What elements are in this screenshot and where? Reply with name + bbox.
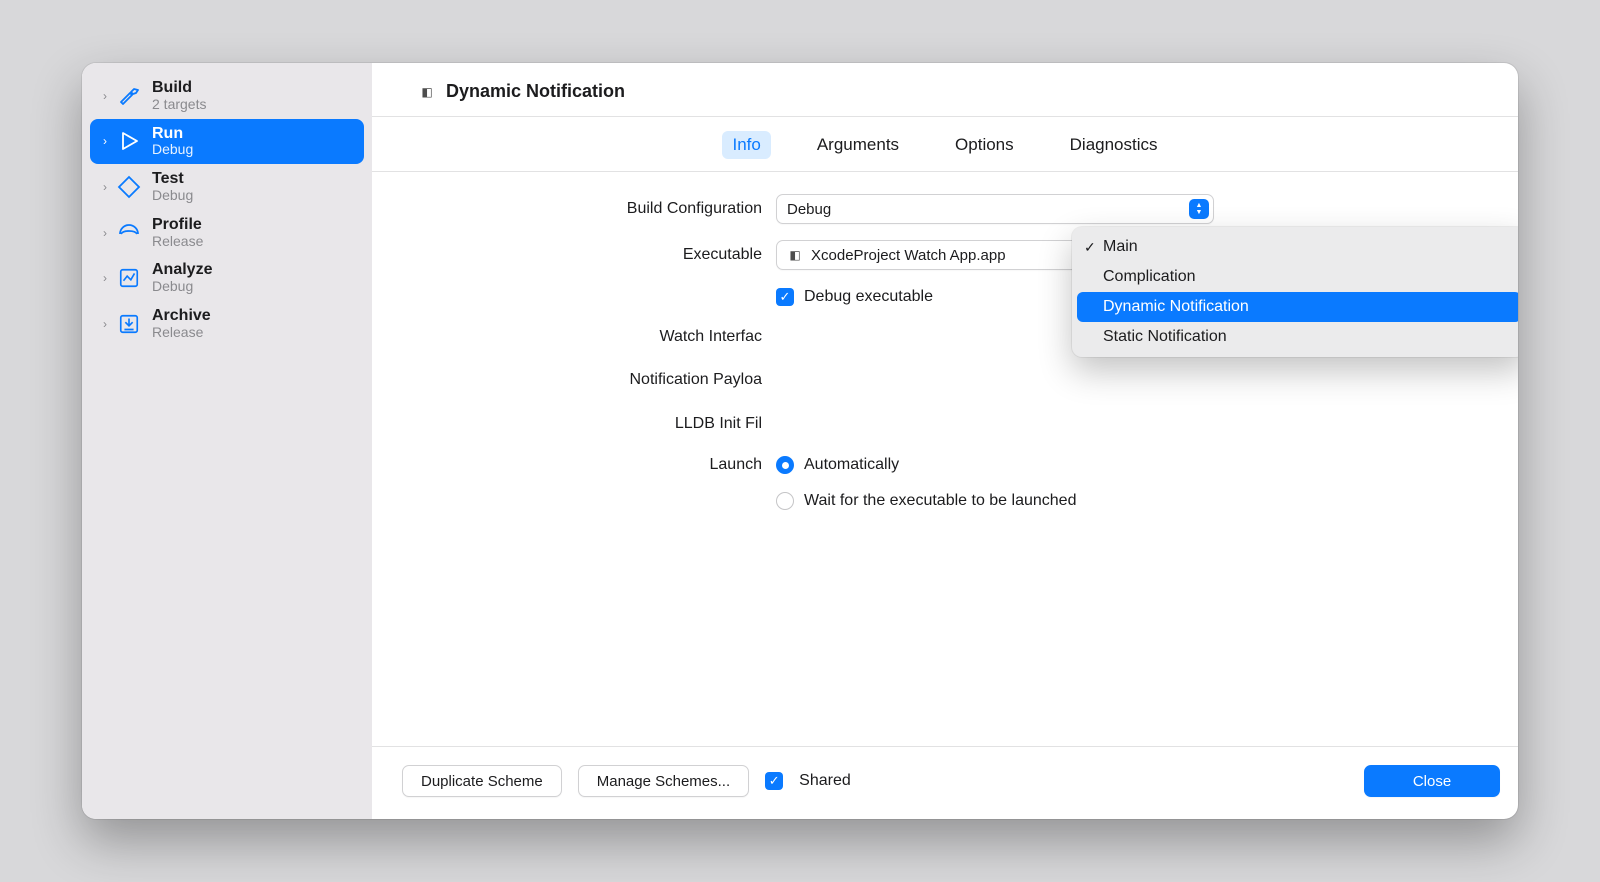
label-executable: Executable xyxy=(418,246,776,264)
popup-build-configuration[interactable]: Debug ▲▼ xyxy=(776,194,1214,224)
label-launch: Launch xyxy=(418,456,776,474)
main-panel: ◧ Dynamic Notification Info Arguments Op… xyxy=(372,63,1518,819)
label-shared: Shared xyxy=(799,772,851,790)
tab-info[interactable]: Info xyxy=(722,131,770,159)
app-icon: ◧ xyxy=(418,83,436,101)
sidebar-item-title: Run xyxy=(152,125,193,143)
tab-arguments[interactable]: Arguments xyxy=(807,131,909,159)
close-button[interactable]: Close xyxy=(1364,765,1500,797)
sidebar-item-subtitle: Debug xyxy=(152,188,193,204)
sidebar-item-subtitle: Release xyxy=(152,234,203,250)
menu-item-label: Complication xyxy=(1103,268,1195,286)
wrench-icon xyxy=(116,174,142,200)
chevron-right-icon: › xyxy=(98,134,112,148)
tab-diagnostics[interactable]: Diagnostics xyxy=(1060,131,1168,159)
sidebar-item-title: Analyze xyxy=(152,261,212,279)
label-lldb-init-file: LLDB Init Fil xyxy=(418,415,776,433)
sidebar-item-analyze[interactable]: › Analyze Debug xyxy=(90,255,364,301)
label-launch-wait: Wait for the executable to be launched xyxy=(804,492,1076,510)
menu-item-label: Static Notification xyxy=(1103,328,1227,346)
checkbox-debug-executable[interactable]: ✓ xyxy=(776,288,794,306)
play-icon xyxy=(116,128,142,154)
titlebar: ◧ Dynamic Notification xyxy=(372,63,1518,117)
checkmark-icon: ✓ xyxy=(1084,239,1096,256)
tab-bar: Info Arguments Options Diagnostics xyxy=(372,117,1518,172)
sidebar-item-subtitle: Release xyxy=(152,325,211,341)
speedometer-icon xyxy=(116,220,142,246)
app-icon: ◧ xyxy=(787,247,803,263)
chevron-right-icon: › xyxy=(98,89,112,103)
analyze-icon xyxy=(116,265,142,291)
chevron-right-icon: › xyxy=(98,180,112,194)
manage-schemes-button[interactable]: Manage Schemes... xyxy=(578,765,749,797)
label-notification-payload: Notification Payloa xyxy=(418,371,776,389)
chevron-right-icon: › xyxy=(98,271,112,285)
menu-item-label: Main xyxy=(1103,238,1138,256)
radio-launch-automatically[interactable] xyxy=(776,456,794,474)
sidebar-item-subtitle: Debug xyxy=(152,142,193,158)
chevron-right-icon: › xyxy=(98,226,112,240)
sidebar-item-title: Profile xyxy=(152,216,203,234)
watch-interface-menu: ✓ Main Complication Dynamic Notification… xyxy=(1072,227,1518,357)
label-debug-executable: Debug executable xyxy=(804,288,933,306)
sidebar-item-run[interactable]: › Run Debug xyxy=(90,119,364,165)
scheme-editor-window: › Build 2 targets › Run Debug › xyxy=(82,63,1518,819)
radio-launch-wait[interactable] xyxy=(776,492,794,510)
duplicate-scheme-button[interactable]: Duplicate Scheme xyxy=(402,765,562,797)
menu-item-dynamic-notification[interactable]: Dynamic Notification xyxy=(1077,292,1518,322)
menu-item-complication[interactable]: Complication xyxy=(1077,262,1518,292)
popup-value: XcodeProject Watch App.app xyxy=(811,247,1006,264)
chevron-right-icon: › xyxy=(98,317,112,331)
page-title: Dynamic Notification xyxy=(446,81,625,102)
footer: Duplicate Scheme Manage Schemes... ✓ Sha… xyxy=(372,746,1518,819)
label-build-configuration: Build Configuration xyxy=(418,200,776,218)
tab-options[interactable]: Options xyxy=(945,131,1024,159)
sidebar-item-title: Archive xyxy=(152,307,211,325)
popup-value: Debug xyxy=(787,201,831,218)
sidebar: › Build 2 targets › Run Debug › xyxy=(82,63,372,819)
label-launch-automatically: Automatically xyxy=(804,456,899,474)
sidebar-item-profile[interactable]: › Profile Release xyxy=(90,210,364,256)
menu-item-main[interactable]: ✓ Main xyxy=(1077,232,1518,262)
archive-icon xyxy=(116,311,142,337)
label-watch-interface: Watch Interfac xyxy=(418,328,776,346)
checkbox-shared[interactable]: ✓ xyxy=(765,772,783,790)
sidebar-item-subtitle: Debug xyxy=(152,279,212,295)
sidebar-item-archive[interactable]: › Archive Release xyxy=(90,301,364,347)
sidebar-item-title: Test xyxy=(152,170,193,188)
updown-caret-icon: ▲▼ xyxy=(1189,199,1209,219)
sidebar-item-test[interactable]: › Test Debug xyxy=(90,164,364,210)
hammer-icon xyxy=(116,83,142,109)
menu-item-static-notification[interactable]: Static Notification xyxy=(1077,322,1518,352)
sidebar-item-subtitle: 2 targets xyxy=(152,97,206,113)
menu-item-label: Dynamic Notification xyxy=(1103,298,1249,316)
sidebar-item-title: Build xyxy=(152,79,206,97)
sidebar-item-build[interactable]: › Build 2 targets xyxy=(90,73,364,119)
